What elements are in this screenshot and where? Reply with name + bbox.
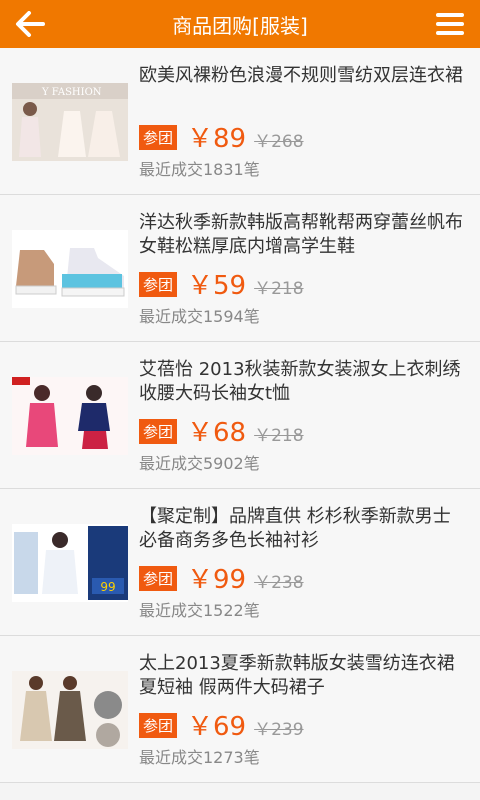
list-item[interactable]: 99 【聚定制】品牌直供 杉杉秋季新款男士必备商务多色长袖衬衫 参团 ￥99 ￥… (0, 489, 480, 636)
svg-text:Y FASHION: Y FASHION (41, 87, 102, 98)
list-item[interactable]: 太上2013夏季新款韩版女装雪纺连衣裙夏短袖 假两件大码裙子 参团 ￥69 ￥2… (0, 636, 480, 783)
original-price: ￥218 (254, 279, 304, 299)
product-name: 太上2013夏季新款韩版女装雪纺连衣裙夏短袖 假两件大码裙子 (139, 653, 455, 698)
back-button[interactable] (12, 6, 48, 42)
product-image: 99 (12, 524, 128, 602)
recent-sales: 最近成交1522笔 (139, 601, 260, 620)
group-price: ￥69 (187, 712, 247, 742)
join-badge[interactable]: 参团 (139, 125, 178, 150)
product-list: Y FASHION 欧美风裸粉色浪漫不规则雪纺双层连衣裙 参团 ￥89 ￥268… (0, 48, 480, 783)
product-image (12, 230, 128, 308)
product-image: Y FASHION (12, 83, 128, 161)
group-price: ￥89 (187, 124, 247, 154)
group-price: ￥99 (187, 565, 247, 595)
original-price: ￥268 (254, 132, 304, 152)
original-price: ￥238 (254, 573, 304, 593)
product-name: 艾蓓怡 2013秋装新款女装淑女上衣刺绣收腰大码长袖女t恤 (139, 359, 461, 404)
recent-sales: 最近成交1831笔 (139, 160, 260, 179)
product-name: 欧美风裸粉色浪漫不规则雪纺双层连衣裙 (139, 65, 463, 86)
list-item[interactable]: 洋达秋季新款韩版高帮靴帮两穿蕾丝帆布女鞋松糕厚底内增高学生鞋 参团 ￥59 ￥2… (0, 195, 480, 342)
product-name: 【聚定制】品牌直供 杉杉秋季新款男士必备商务多色长袖衬衫 (139, 506, 451, 551)
product-image (12, 377, 128, 455)
recent-sales: 最近成交5902笔 (139, 454, 260, 473)
group-price: ￥68 (187, 418, 247, 448)
join-badge[interactable]: 参团 (139, 566, 178, 591)
recent-sales: 最近成交1594笔 (139, 307, 260, 326)
app-header: 商品团购[服装] (0, 0, 480, 48)
product-image (12, 671, 128, 749)
list-item[interactable]: Y FASHION 欧美风裸粉色浪漫不规则雪纺双层连衣裙 参团 ￥89 ￥268… (0, 48, 480, 195)
list-item[interactable]: 艾蓓怡 2013秋装新款女装淑女上衣刺绣收腰大码长袖女t恤 参团 ￥68 ￥21… (0, 342, 480, 489)
page-title: 商品团购[服装] (172, 13, 308, 38)
back-arrow-icon (16, 11, 45, 37)
original-price: ￥218 (254, 426, 304, 446)
svg-text:99: 99 (100, 580, 115, 594)
recent-sales: 最近成交1273笔 (139, 748, 260, 767)
join-badge[interactable]: 参团 (139, 713, 178, 738)
product-name: 洋达秋季新款韩版高帮靴帮两穿蕾丝帆布女鞋松糕厚底内增高学生鞋 (139, 212, 463, 257)
menu-icon (436, 13, 464, 35)
group-price: ￥59 (187, 271, 247, 301)
join-badge[interactable]: 参团 (139, 272, 178, 297)
original-price: ￥239 (254, 720, 304, 740)
join-badge[interactable]: 参团 (139, 419, 178, 444)
menu-button[interactable] (432, 6, 468, 42)
